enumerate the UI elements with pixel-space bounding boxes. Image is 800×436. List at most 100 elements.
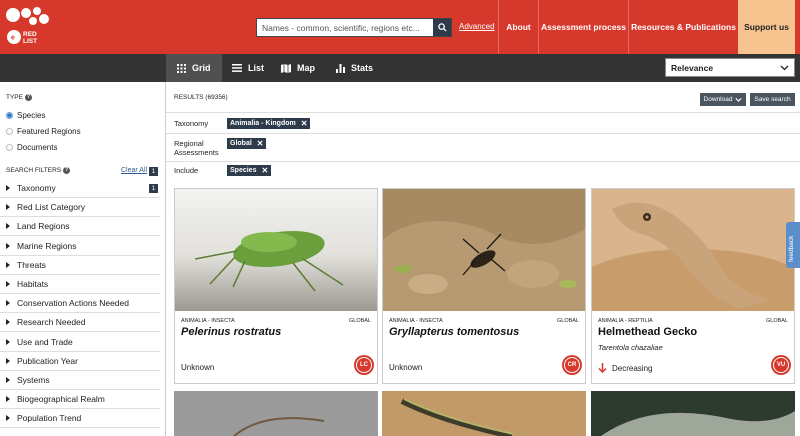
filter-biogeographical-realm[interactable]: Biogeographical Realm — [0, 390, 160, 410]
nav-assessment-process[interactable]: Assessment process — [538, 0, 628, 54]
filter-label: Biogeographical Realm — [17, 394, 105, 405]
help-icon[interactable]: ? — [63, 167, 71, 174]
caret-right-icon — [6, 396, 10, 403]
grid-icon — [177, 63, 186, 73]
filter-label: Red List Category — [17, 202, 86, 213]
close-icon[interactable]: ✕ — [261, 166, 268, 175]
facet-label: Include — [174, 166, 199, 175]
species-image — [383, 189, 585, 311]
filter-label: Use and Trade — [17, 336, 73, 347]
save-search-button[interactable]: Save search — [750, 93, 795, 106]
download-button[interactable]: Download — [700, 93, 746, 106]
chip-label: Species — [230, 167, 257, 174]
type-option-documents[interactable]: Documents — [6, 143, 57, 152]
filter-systems[interactable]: Systems — [0, 371, 160, 390]
card-trend: Unknown — [181, 363, 215, 372]
radio-icon — [6, 112, 13, 119]
tab-grid[interactable]: Grid — [166, 54, 222, 82]
tab-grid-label: Grid — [192, 63, 211, 73]
filter-research-needed[interactable]: Research Needed — [0, 313, 160, 333]
chevron-down-icon — [735, 97, 743, 102]
svg-text:LIST: LIST — [23, 38, 37, 45]
species-image — [175, 189, 377, 311]
type-option-species[interactable]: Species — [6, 111, 45, 120]
tab-map[interactable]: Map — [281, 54, 315, 82]
red-list-logo[interactable]: e RED LIST — [6, 6, 50, 48]
type-option-label: Documents — [17, 143, 58, 152]
caret-right-icon — [6, 415, 10, 422]
filter-publication-year[interactable]: Publication Year — [0, 352, 160, 371]
card-scope: GLOBAL — [556, 318, 579, 324]
filter-land-regions[interactable]: Land Regions — [0, 217, 160, 237]
facet-taxonomy: Taxonomy Animalia - Kingdom ✕ — [166, 112, 800, 133]
close-icon[interactable]: ✕ — [301, 119, 308, 128]
filter-label: Conservation Actions Needed — [17, 298, 129, 309]
facet-chip[interactable]: Global ✕ — [227, 138, 267, 149]
caret-right-icon — [6, 281, 10, 287]
nav-support-us[interactable]: Support us — [738, 0, 795, 54]
filter-count-badge: 1 — [149, 184, 158, 193]
type-option-label: Species — [17, 111, 46, 120]
sort-select-value: Relevance — [671, 62, 714, 73]
radio-icon — [6, 144, 13, 151]
download-label: Download — [703, 96, 733, 103]
filter-label: Systems — [17, 375, 50, 385]
arrow-down-icon — [598, 363, 607, 373]
card-title[interactable]: Gryllapterus tomentosus — [389, 326, 519, 338]
filter-population-trend[interactable]: Population Trend — [0, 409, 160, 429]
card-scope: GLOBAL — [348, 318, 371, 324]
filter-habitats[interactable]: Habitats — [0, 275, 160, 294]
stats-icon — [336, 63, 345, 73]
filter-threats[interactable]: Threats — [0, 256, 160, 275]
caret-right-icon — [6, 319, 10, 326]
species-image — [382, 391, 586, 436]
card-scope: GLOBAL — [765, 318, 788, 324]
caret-right-icon — [6, 300, 10, 307]
nav-about[interactable]: About — [498, 0, 538, 54]
type-label: TYPE — [6, 94, 23, 101]
card-trend-label: Decreasing — [612, 363, 653, 373]
search-button[interactable] — [433, 19, 451, 36]
search-box — [256, 18, 452, 37]
filter-label: Population Trend — [17, 413, 82, 424]
status-badge: VU — [771, 355, 791, 375]
svg-text:e: e — [11, 35, 15, 42]
site-header: e RED LIST Advanced About Assessment pro… — [0, 0, 800, 54]
close-icon[interactable]: ✕ — [257, 139, 264, 148]
card-title[interactable]: Pelerinus rostratus — [181, 326, 281, 338]
filter-use-and-trade[interactable]: Use and Trade — [0, 333, 160, 352]
sort-select[interactable]: Relevance — [665, 58, 795, 77]
filter-label: Taxonomy — [17, 183, 56, 193]
tab-stats-label: Stats — [351, 63, 374, 73]
facet-chip[interactable]: Species ✕ — [227, 165, 272, 176]
filter-taxonomy[interactable]: Taxonomy 1 — [0, 179, 160, 198]
search-input[interactable] — [257, 19, 433, 36]
tab-list[interactable]: List — [230, 54, 264, 82]
caret-right-icon — [6, 223, 10, 230]
filter-conservation-actions-needed[interactable]: Conservation Actions Needed — [0, 294, 160, 314]
tab-stats[interactable]: Stats — [336, 54, 373, 82]
caret-right-icon — [6, 242, 10, 249]
card-taxonomy: ANIMALIA - INSECTA — [181, 318, 235, 324]
status-badge-label: LC — [356, 357, 372, 373]
search-icon — [437, 23, 447, 32]
facet-chip[interactable]: Animalia - Kingdom ✕ — [227, 118, 311, 129]
filter-red-list-category[interactable]: Red List Category — [0, 198, 160, 218]
help-icon[interactable]: ? — [24, 94, 32, 101]
feedback-tab[interactable]: feedback — [786, 222, 800, 268]
species-card[interactable]: ANIMALIA - REPTILIA GLOBAL Helmethead Ge… — [591, 188, 795, 384]
species-card[interactable]: ANIMALIA - INSECTA GLOBAL Gryllapterus t… — [382, 188, 586, 384]
filter-label: Threats — [17, 259, 46, 270]
card-taxonomy: ANIMALIA - REPTILIA — [598, 318, 653, 324]
card-title[interactable]: Helmethead Gecko — [598, 326, 697, 338]
advanced-search-link[interactable]: Advanced — [459, 22, 495, 31]
caret-right-icon — [6, 357, 10, 364]
radio-icon — [6, 128, 13, 135]
caret-right-icon — [6, 338, 10, 345]
clear-all-link[interactable]: Clear All — [121, 167, 147, 174]
list-icon — [232, 64, 242, 72]
nav-resources-publications[interactable]: Resources & Publications — [628, 0, 738, 54]
filter-marine-regions[interactable]: Marine Regions — [0, 237, 160, 256]
species-card[interactable]: ANIMALIA - INSECTA GLOBAL Pelerinus rost… — [174, 188, 378, 384]
type-option-featured-regions[interactable]: Featured Regions — [6, 127, 81, 136]
